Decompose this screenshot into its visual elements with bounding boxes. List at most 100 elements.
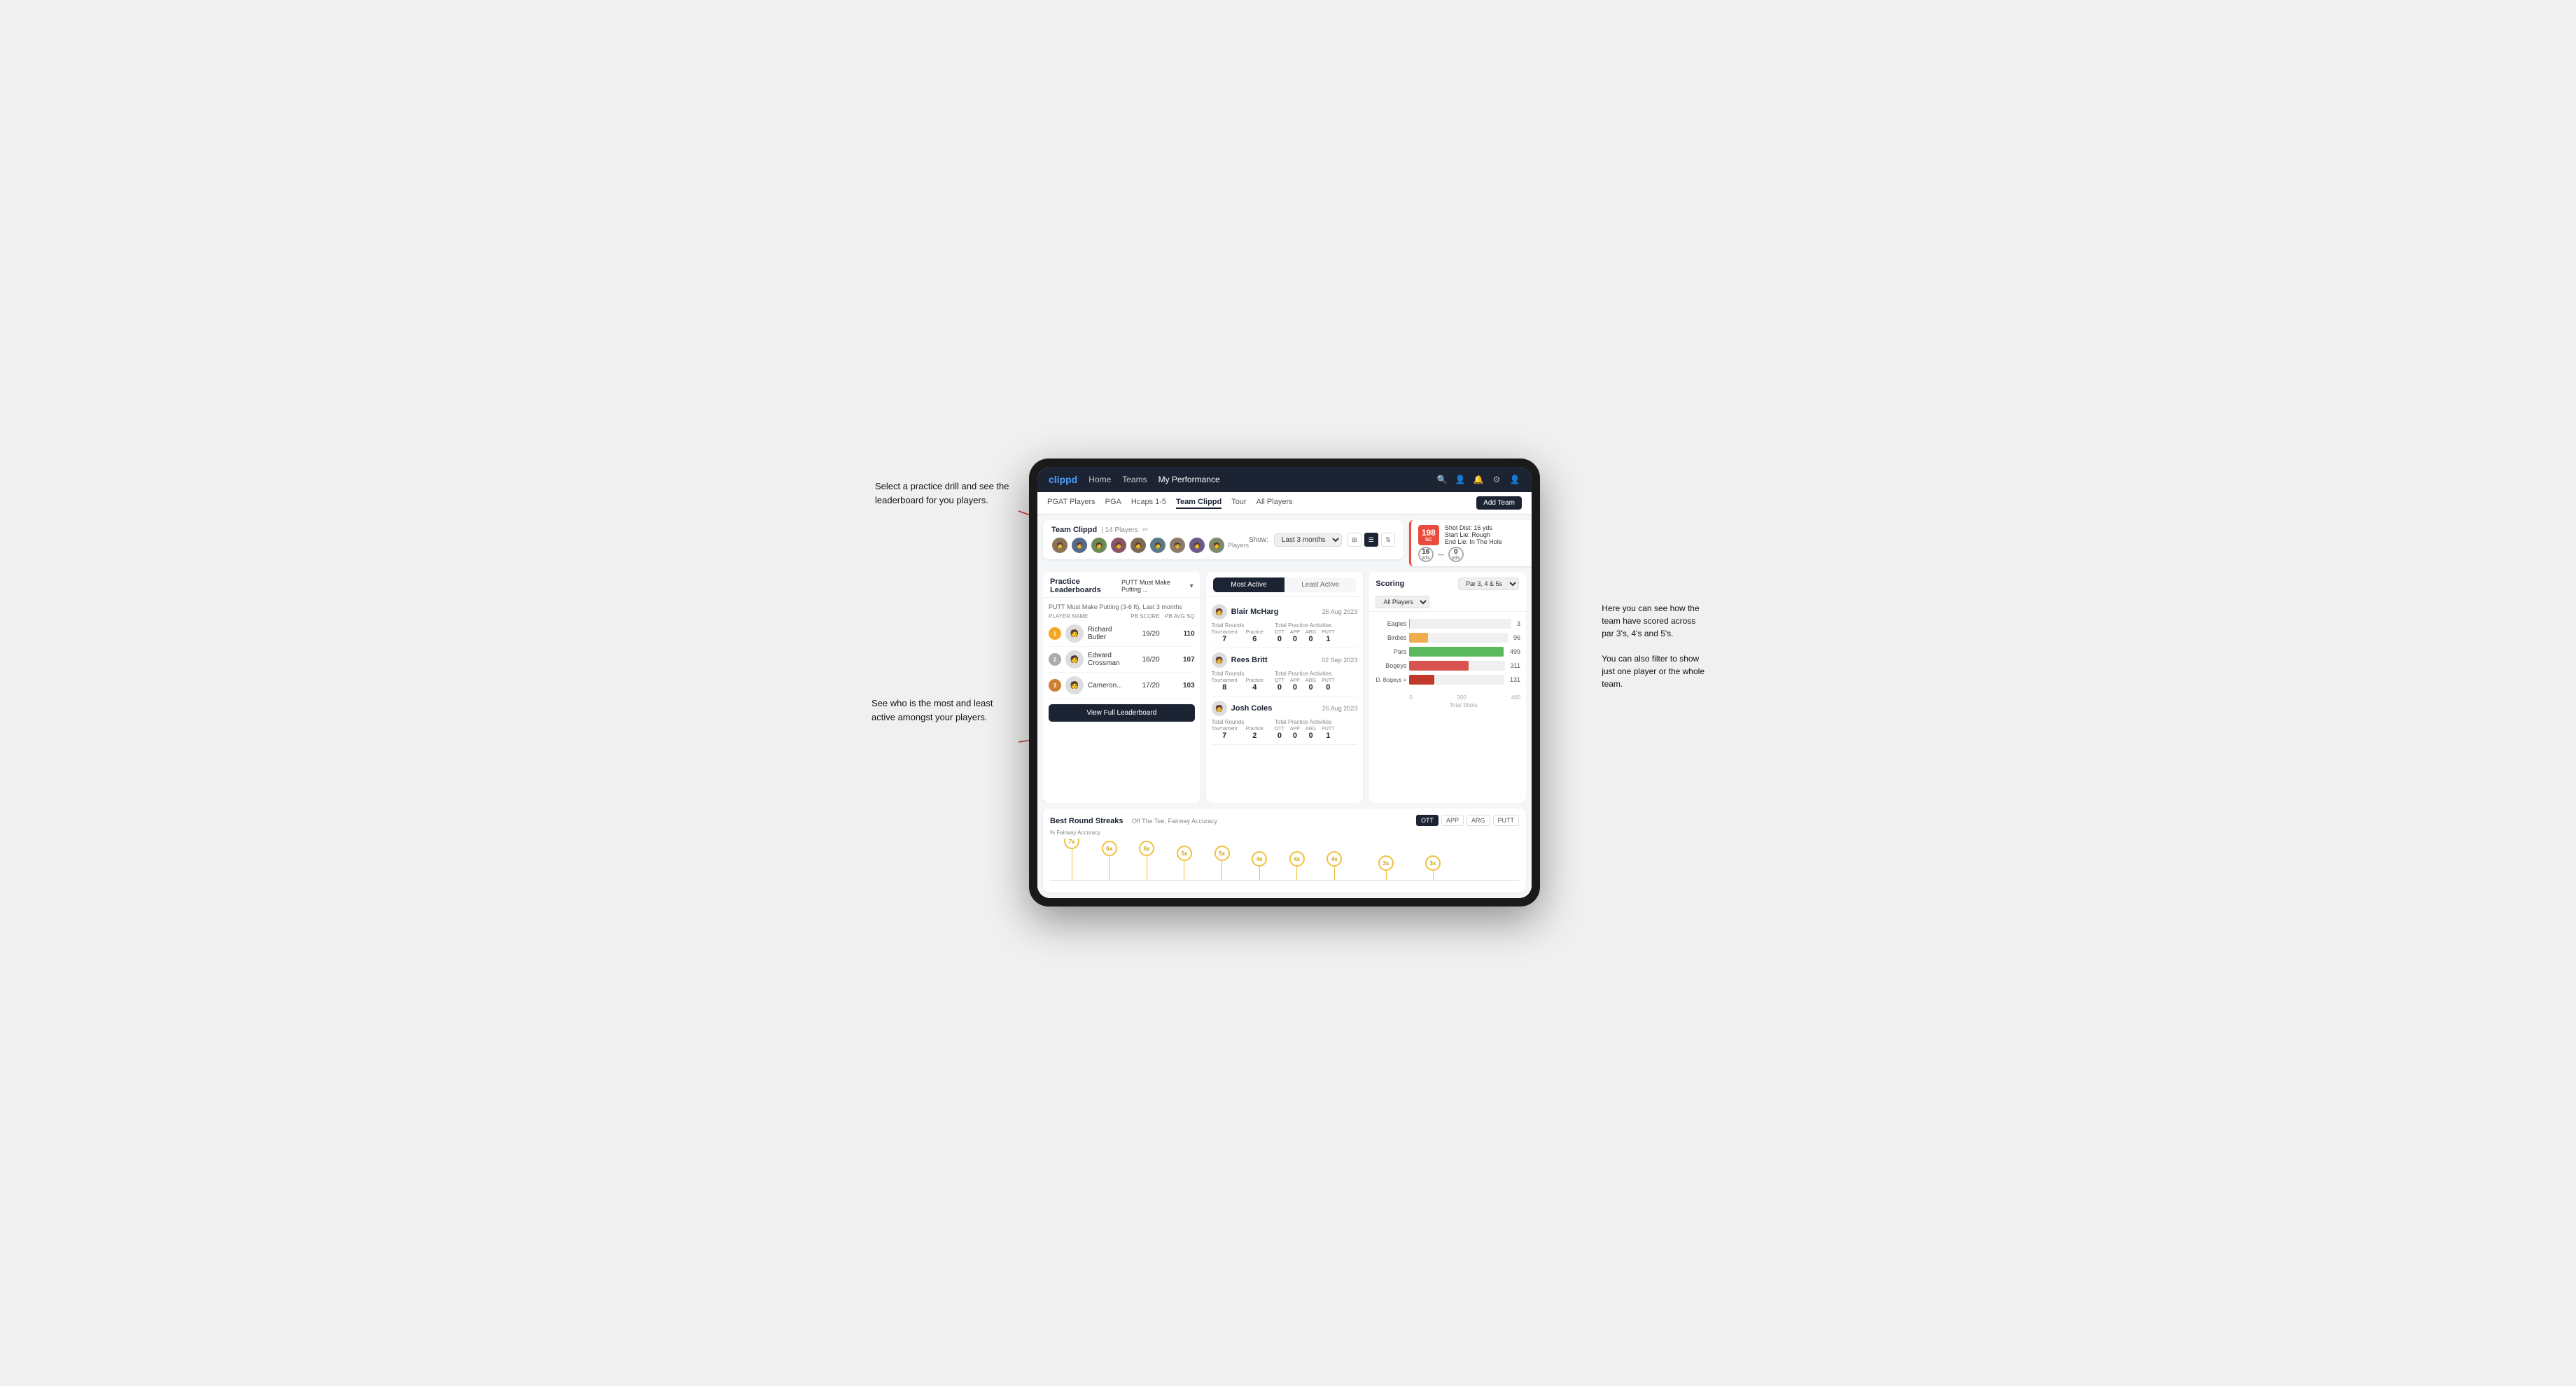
streaks-header: Best Round Streaks Off The Tee, Fairway … [1050, 814, 1519, 827]
lb-score: 18/20 [1125, 656, 1160, 664]
tablet-screen: clippd Home Teams My Performance 🔍 👤 🔔 ⚙… [1037, 467, 1532, 898]
activity-header: Most Active Least Active [1206, 572, 1364, 597]
show-dropdown[interactable]: Last 3 months [1274, 533, 1342, 547]
filter-btn-ott[interactable]: OTT [1416, 815, 1438, 826]
player-filter-dropdown[interactable]: All Players [1376, 596, 1429, 608]
bar-value: 3 [1517, 620, 1520, 627]
nav-logo: clippd [1049, 474, 1077, 485]
top-nav: clippd Home Teams My Performance 🔍 👤 🔔 ⚙… [1037, 467, 1532, 492]
filter-btn-putt[interactable]: PUTT [1493, 815, 1520, 826]
alt-view-btn[interactable]: ⇅ [1381, 533, 1395, 547]
streak-badge: 6x [1102, 841, 1117, 856]
subnav-pgat[interactable]: PGAT Players [1047, 498, 1096, 509]
streak-badge: 4x [1252, 851, 1267, 867]
annotation-right: Here you can see how theteam have scored… [1602, 602, 1704, 690]
subnav-hcaps[interactable]: Hcaps 1-5 [1131, 498, 1166, 509]
streak-badge: 5x [1214, 846, 1230, 861]
add-team-button[interactable]: Add Team [1476, 496, 1522, 510]
players-label: Players [1228, 542, 1249, 549]
player-name-row: 🧑 Rees Britt [1212, 652, 1268, 668]
grid-view-btn[interactable]: ⊞ [1348, 533, 1362, 547]
view-leaderboard-button[interactable]: View Full Leaderboard [1049, 704, 1195, 722]
list-view-btn[interactable]: ☰ [1364, 533, 1378, 547]
avatar: 🧑 [1130, 537, 1147, 554]
par-filter-dropdown[interactable]: Par 3, 4 & 5s [1458, 578, 1519, 590]
bar-label: Eagles [1374, 620, 1406, 627]
practice-activities-section: Total Practice Activities OTT0 APP0 ARG0… [1275, 622, 1334, 643]
lb-dropdown[interactable]: PUTT Must Make Putting ... ▾ [1121, 579, 1194, 593]
nav-link-teams[interactable]: Teams [1122, 475, 1147, 484]
leaderboard-card: Practice Leaderboards PUTT Must Make Put… [1043, 572, 1200, 803]
streak-stem [1109, 856, 1110, 881]
lb-avatar: 🧑 [1065, 624, 1084, 643]
bell-icon[interactable]: 🔔 [1473, 474, 1484, 485]
streak-point: 5x [1177, 846, 1192, 881]
filter-btn-arg[interactable]: ARG [1466, 815, 1490, 826]
settings-icon[interactable]: ⚙ [1491, 474, 1502, 485]
search-icon[interactable]: 🔍 [1436, 474, 1448, 485]
streak-stem [1433, 871, 1434, 881]
bar-value: 311 [1511, 662, 1520, 669]
bar-fill [1409, 661, 1469, 671]
bar-fill [1409, 619, 1410, 629]
lb-avatar: 🧑 [1065, 676, 1084, 694]
scoring-card: Scoring Par 3, 4 & 5s All Players [1368, 572, 1526, 803]
player-header: 🧑 Josh Coles 26 Aug 2023 [1212, 701, 1358, 716]
view-icons: ⊞ ☰ ⇅ [1348, 533, 1395, 547]
bar-label: Pars [1374, 648, 1406, 655]
team-avatars: 🧑 🧑 🧑 🧑 🧑 🧑 🧑 🧑 🧑 [1051, 537, 1225, 554]
nav-link-home[interactable]: Home [1088, 475, 1111, 484]
tab-most-active[interactable]: Most Active [1213, 578, 1284, 592]
filter-btn-app[interactable]: APP [1441, 815, 1464, 826]
chart-axis-label: Total Shots [1374, 702, 1520, 708]
activity-card: Most Active Least Active 🧑 Blair Mc [1206, 572, 1364, 803]
lb-subtitle: PUTT Must Make Putting (3-6 ft), Last 3 … [1049, 603, 1195, 610]
bar-value: 499 [1510, 648, 1520, 655]
streak-point: 4x [1326, 851, 1342, 881]
subnav-team-clippd[interactable]: Team Clippd [1176, 498, 1222, 509]
player-header: 🧑 Rees Britt 02 Sep 2023 [1212, 652, 1358, 668]
bar-fill [1409, 647, 1503, 657]
streak-badge: 3x [1378, 855, 1394, 871]
lb-col-headers: PLAYER NAME PB SCORE PB AVG SQ [1049, 610, 1195, 621]
subnav-pga[interactable]: PGA [1105, 498, 1121, 509]
total-rounds-section: Total Rounds Tournament8 Practice4 [1212, 671, 1264, 692]
bar-row-eagles: Eagles 3 [1374, 619, 1520, 629]
streak-badge: 5x [1177, 846, 1192, 861]
user-icon[interactable]: 👤 [1509, 474, 1520, 485]
edit-icon[interactable]: ✏ [1142, 526, 1148, 534]
chart-y-label: % Fairway Accuracy [1050, 830, 1519, 836]
bar-label: Bogeys [1374, 662, 1406, 669]
show-controls: Show: Last 3 months ⊞ ☰ ⇅ [1249, 533, 1395, 547]
lb-score: 17/20 [1125, 682, 1160, 690]
main-grid: Practice Leaderboards PUTT Must Make Put… [1043, 572, 1526, 803]
tab-least-active[interactable]: Least Active [1284, 578, 1356, 592]
annotation-top-left: Select a practice drill and see the lead… [875, 479, 1022, 507]
streak-point: 4x [1252, 851, 1267, 881]
end-yds: 0 yds [1448, 547, 1464, 562]
show-label: Show: [1249, 536, 1268, 544]
subnav-all-players[interactable]: All Players [1256, 498, 1293, 509]
distance-badge: 198 SC [1418, 525, 1439, 545]
bar-row-birdies: Birdies 96 [1374, 633, 1520, 643]
shot-details: Shot Dist: 16 yds Start Lie: Rough End L… [1445, 524, 1502, 545]
streak-point: 3x [1425, 855, 1441, 881]
player-date: 26 Aug 2023 [1322, 608, 1358, 615]
nav-link-performance[interactable]: My Performance [1158, 475, 1220, 484]
bar-value: 96 [1513, 634, 1520, 641]
bar-track [1409, 675, 1504, 685]
streak-baseline [1050, 880, 1519, 881]
player-name-row: 🧑 Josh Coles [1212, 701, 1273, 716]
bar-fill [1409, 633, 1428, 643]
avatar: 🧑 [1071, 537, 1088, 554]
filter-buttons: OTT APP ARG PUTT [1416, 815, 1519, 826]
nav-links: Home Teams My Performance [1088, 475, 1436, 484]
avatar: 🧑 [1091, 537, 1107, 554]
subnav-tour[interactable]: Tour [1231, 498, 1246, 509]
person-icon[interactable]: 👤 [1455, 474, 1466, 485]
lb-card-body: PUTT Must Make Putting (3-6 ft), Last 3 … [1043, 598, 1200, 803]
content-area: Team Clippd | 14 Players ✏ 🧑 🧑 🧑 🧑 [1037, 514, 1532, 898]
bar-chart: Eagles 3 Birdies [1374, 616, 1520, 692]
streak-chart: 7x 6x 6x 5x [1050, 839, 1519, 892]
streak-badge: 3x [1425, 855, 1441, 871]
